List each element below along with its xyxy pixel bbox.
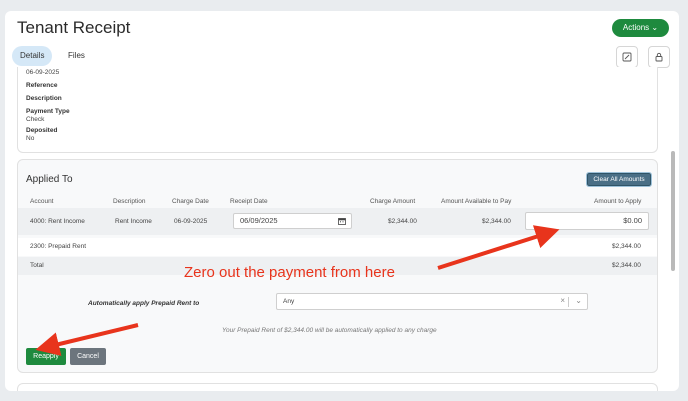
arrow-to-reapply (35, 323, 139, 356)
annotation-arrows (35, 225, 560, 356)
arrow-to-amount (437, 225, 560, 270)
